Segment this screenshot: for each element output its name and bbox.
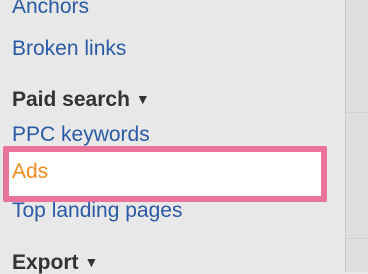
export-heading-label: Export [12, 251, 79, 274]
sidebar-item-ads-label: Ads [12, 160, 49, 183]
divider [346, 112, 368, 113]
divider [346, 238, 368, 239]
paid-search-heading-label: Paid search [12, 88, 130, 111]
sidebar-item-anchors[interactable]: Anchors [12, 0, 89, 17]
caret-down-icon: ▼ [84, 254, 99, 270]
caret-down-icon: ▼ [135, 91, 150, 107]
main-content-edge [345, 0, 368, 272]
sidebar-item-ads[interactable]: Ads [3, 146, 327, 202]
sidebar-item-broken-links[interactable]: Broken links [12, 38, 126, 59]
paid-search-heading[interactable]: Paid search ▼ [12, 89, 150, 110]
sidebar-item-top-landing-pages[interactable]: Top landing pages [12, 200, 182, 221]
sidebar-item-ppc-keywords[interactable]: PPC keywords [12, 124, 150, 145]
export-heading[interactable]: Export ▼ [12, 252, 98, 273]
sidebar-nav: Anchors Broken links Paid search ▼ PPC ke… [0, 0, 345, 273]
